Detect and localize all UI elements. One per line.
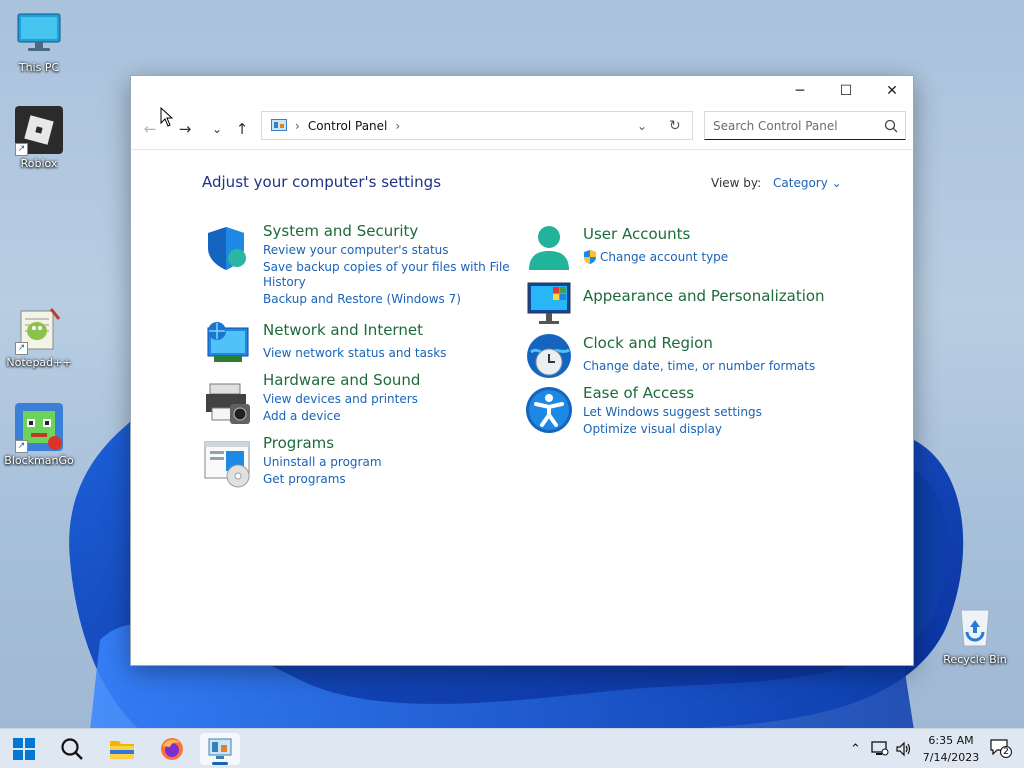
file-explorer-button[interactable] [102, 733, 142, 765]
link-review-status[interactable]: Review your computer's status [263, 243, 449, 258]
minimize-button[interactable]: ─ [777, 76, 823, 106]
notification-button[interactable]: 2 [990, 739, 1012, 759]
category-programs[interactable]: Programs [263, 434, 334, 452]
category-ease-of-access[interactable]: Ease of Access [583, 384, 694, 402]
desktop-icon-label: Roblox [20, 157, 58, 170]
link-uninstall-program[interactable]: Uninstall a program [263, 455, 382, 470]
windows-logo-icon [13, 738, 35, 760]
link-network-status[interactable]: View network status and tasks [263, 346, 446, 361]
back-button[interactable]: ← [139, 118, 161, 140]
network-icon [207, 322, 249, 362]
control-panel-taskbar-button[interactable] [200, 733, 240, 765]
page-title: Adjust your computer's settings [202, 173, 442, 191]
firefox-icon [161, 738, 183, 760]
desktop-icon-notepadpp[interactable]: ↗ Notepad++ [1, 305, 77, 369]
notification-count-badge: 2 [1000, 746, 1012, 758]
category-hardware-sound[interactable]: Hardware and Sound [263, 371, 420, 389]
breadcrumb-separator: › [295, 118, 300, 133]
address-bar[interactable]: › Control Panel › ⌄ ↻ [261, 111, 693, 140]
chevron-down-icon: ⌄ [831, 176, 842, 190]
shield-icon [208, 227, 246, 270]
network-status-icon[interactable] [871, 741, 889, 757]
accessibility-icon [526, 387, 572, 433]
link-file-history-cont[interactable]: History [263, 275, 306, 290]
desktop-icon-recycle-bin[interactable]: Recycle Bin [937, 602, 1013, 666]
maximize-button[interactable]: ☐ [823, 76, 869, 106]
search-icon [61, 738, 83, 760]
clock-time: 6:35 AM [928, 734, 974, 747]
desktop-icon-this-pc[interactable]: This PC [1, 10, 77, 74]
monitor-icon [17, 13, 61, 51]
appearance-icon [527, 282, 571, 324]
shortcut-arrow-icon: ↗ [15, 342, 28, 355]
search-button[interactable] [52, 733, 92, 765]
up-button[interactable]: ↑ [231, 118, 253, 140]
category-system-security[interactable]: System and Security [263, 222, 418, 240]
recent-locations-button[interactable]: ⌄ [206, 118, 228, 140]
category-clock-region[interactable]: Clock and Region [583, 334, 713, 352]
desktop-icon-label: Notepad++ [6, 356, 72, 369]
link-backup-restore[interactable]: Backup and Restore (Windows 7) [263, 292, 461, 307]
recycle-bin-icon [960, 609, 990, 647]
active-indicator [212, 762, 228, 765]
category-user-accounts[interactable]: User Accounts [583, 225, 690, 243]
link-change-account-type[interactable]: Change account type [600, 250, 728, 265]
title-bar[interactable]: ─ ☐ ✕ [131, 76, 913, 106]
desktop-icon-label: This PC [18, 61, 60, 74]
search-icon [884, 119, 898, 132]
link-get-programs[interactable]: Get programs [263, 472, 346, 487]
taskbar-clock[interactable]: 6:35 AM 7/14/2023 [916, 732, 986, 766]
view-by-value: Category [773, 176, 828, 190]
search-input[interactable]: Search Control Panel [713, 119, 838, 133]
link-change-date-time[interactable]: Change date, time, or number formats [583, 359, 815, 374]
taskbar: ⌃ 6:35 AM 7/14/2023 2 [0, 728, 1024, 768]
view-by: View by: Category ⌄ [711, 176, 842, 190]
folder-icon [110, 741, 134, 759]
control-panel-icon [271, 118, 287, 131]
clock-globe-icon [527, 334, 571, 378]
breadcrumb-separator[interactable]: › [395, 119, 400, 133]
desktop-icon-blockmango[interactable]: ↗ BlockmanGo [1, 403, 77, 467]
clock-date: 7/14/2023 [922, 751, 980, 764]
link-file-history[interactable]: Save backup copies of your files with Fi… [263, 260, 510, 275]
search-box[interactable]: Search Control Panel [704, 111, 906, 140]
category-appearance-personalization[interactable]: Appearance and Personalization [583, 287, 825, 305]
uac-shield-icon [584, 250, 596, 264]
shortcut-arrow-icon: ↗ [15, 143, 28, 156]
address-dropdown-button[interactable]: ⌄ [637, 119, 647, 133]
view-by-label: View by: [711, 176, 762, 190]
desktop-icon-roblox[interactable]: ↗ Roblox [1, 106, 77, 170]
desktop-icon-label: BlockmanGo [4, 454, 74, 467]
link-optimize-visual[interactable]: Optimize visual display [583, 422, 722, 437]
firefox-button[interactable] [152, 733, 192, 765]
system-tray: ⌃ [850, 729, 911, 768]
user-icon [529, 226, 569, 270]
start-button[interactable] [4, 733, 44, 765]
desktop-icon-label: Recycle Bin [943, 653, 1007, 666]
link-suggest-settings[interactable]: Let Windows suggest settings [583, 405, 762, 420]
control-panel-icon [208, 738, 232, 759]
refresh-button[interactable]: ↻ [669, 118, 681, 134]
forward-button[interactable]: → [174, 118, 196, 140]
breadcrumb-control-panel[interactable]: Control Panel [308, 119, 388, 133]
view-by-dropdown[interactable]: Category ⌄ [773, 176, 842, 190]
volume-icon[interactable] [895, 741, 911, 757]
programs-icon [204, 441, 250, 488]
close-button[interactable]: ✕ [869, 76, 915, 106]
printer-icon [206, 383, 250, 424]
mouse-cursor-icon [160, 107, 174, 127]
link-devices-printers[interactable]: View devices and printers [263, 392, 418, 407]
category-network-internet[interactable]: Network and Internet [263, 321, 423, 339]
show-hidden-icons-button[interactable]: ⌃ [850, 742, 861, 757]
control-panel-window: ─ ☐ ✕ ← → ⌄ ↑ › Control Panel › ⌄ ↻ Sear… [130, 75, 914, 666]
navigation-bar: ← → ⌄ ↑ › Control Panel › ⌄ ↻ Search Con… [131, 106, 913, 150]
link-add-device[interactable]: Add a device [263, 409, 341, 424]
shortcut-arrow-icon: ↗ [15, 440, 28, 453]
